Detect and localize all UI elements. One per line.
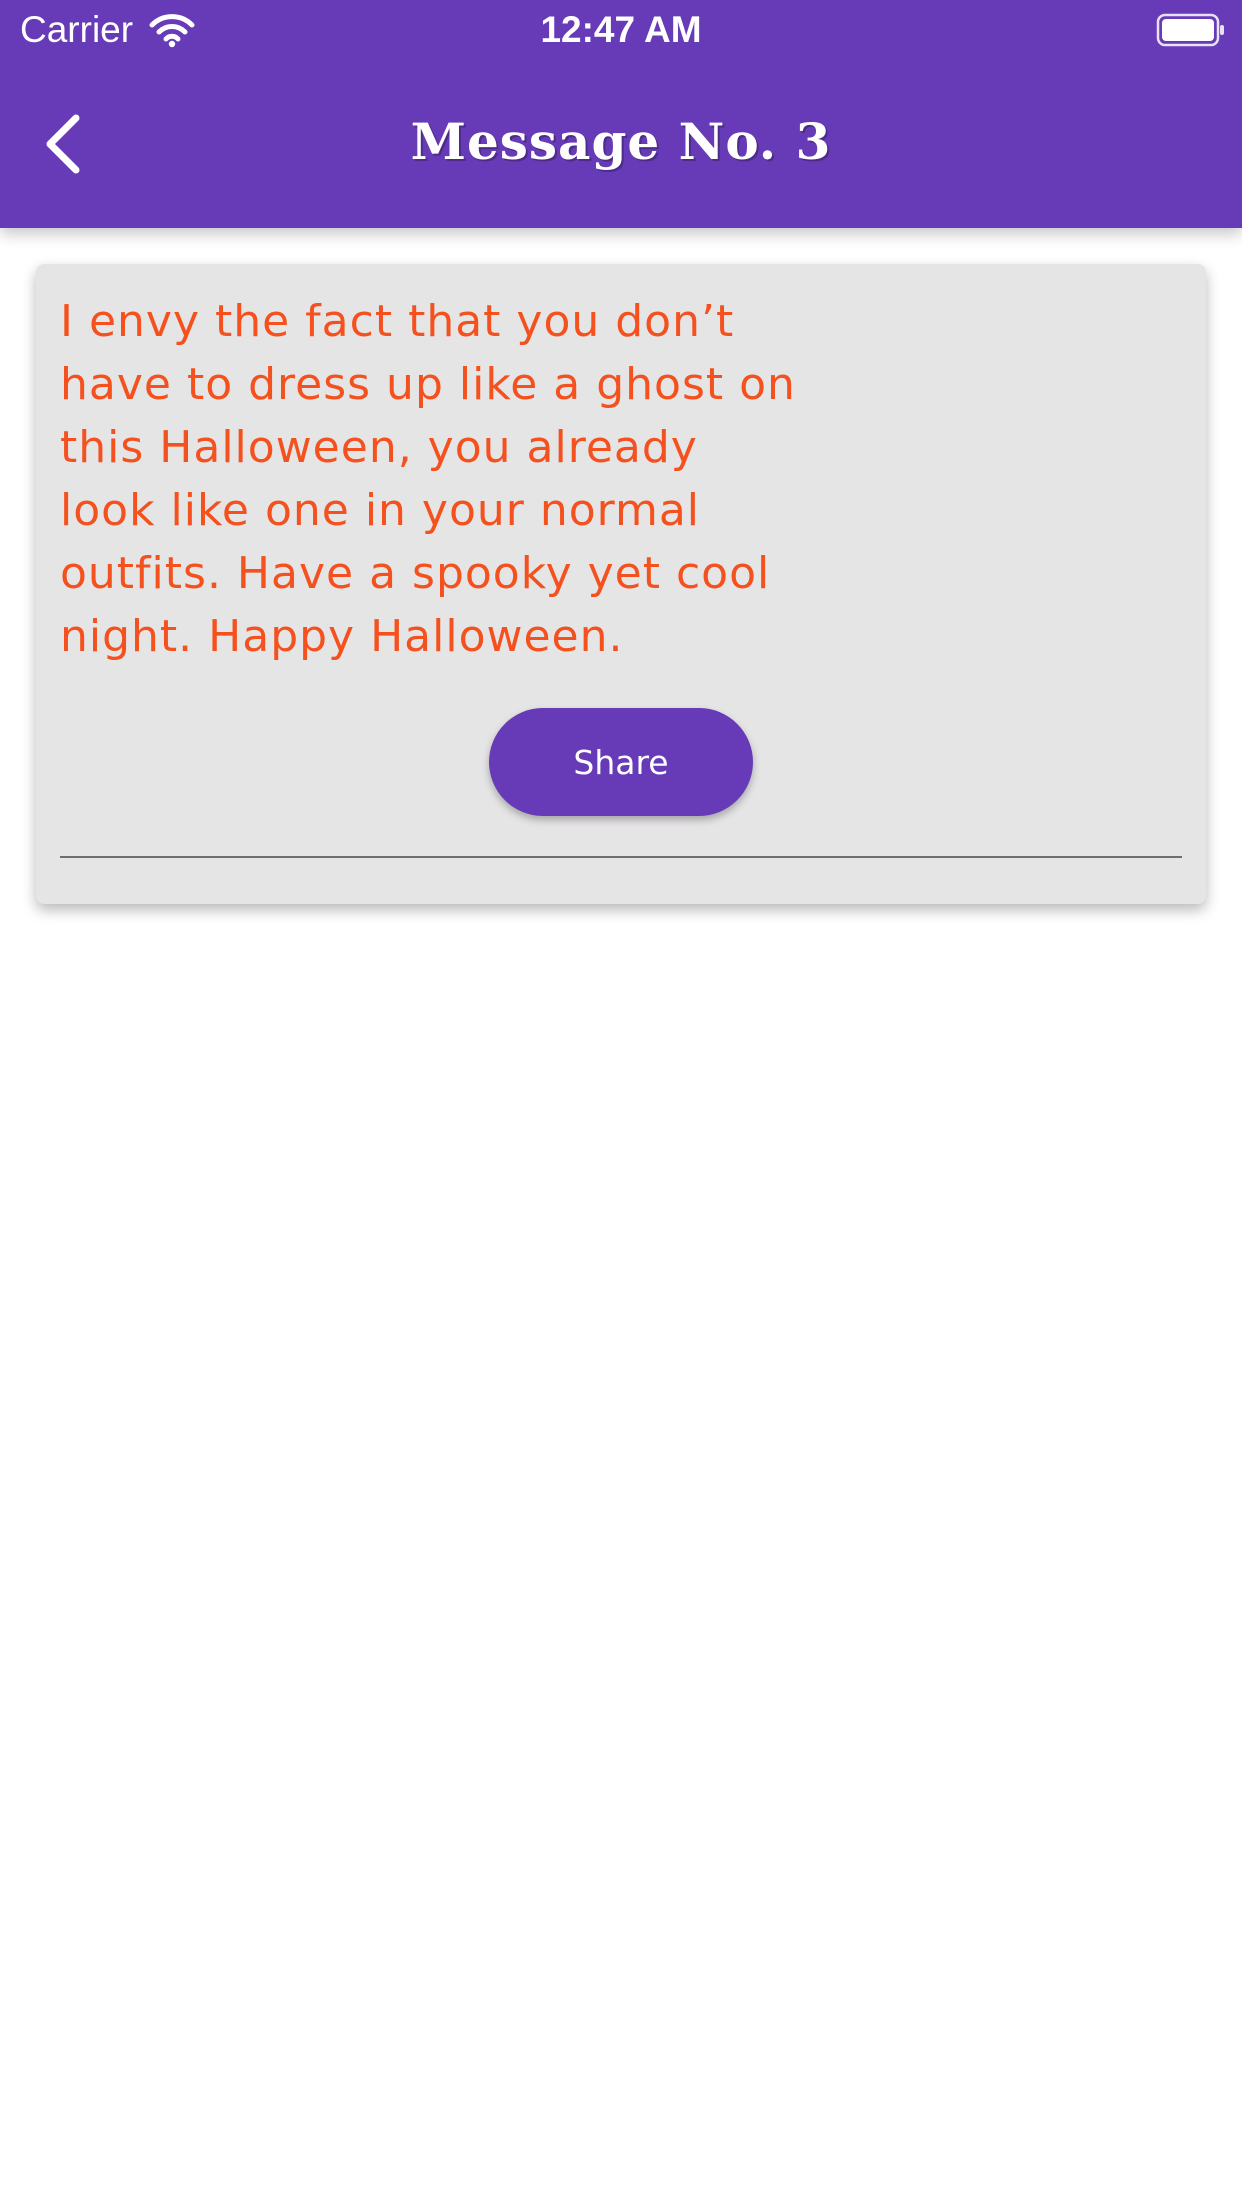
page-title: Message No. 3 (410, 112, 832, 171)
share-button[interactable]: Share (489, 708, 753, 816)
message-text: I envy the fact that you don’t have to d… (60, 296, 796, 662)
status-bar: Carrier 12:47 AM (0, 0, 1242, 60)
navigation-bar: Message No. 3 (0, 60, 1242, 228)
status-time: 12:47 AM (540, 9, 702, 50)
app-header: Carrier 12:47 AM Message No. 3 (0, 0, 1242, 228)
message-card: I envy the fact that you don’t have to d… (36, 264, 1206, 904)
card-divider (60, 856, 1182, 858)
screen: Carrier 12:47 AM Message No. 3 I envy th… (0, 0, 1242, 2208)
battery-full-icon (1156, 13, 1224, 47)
